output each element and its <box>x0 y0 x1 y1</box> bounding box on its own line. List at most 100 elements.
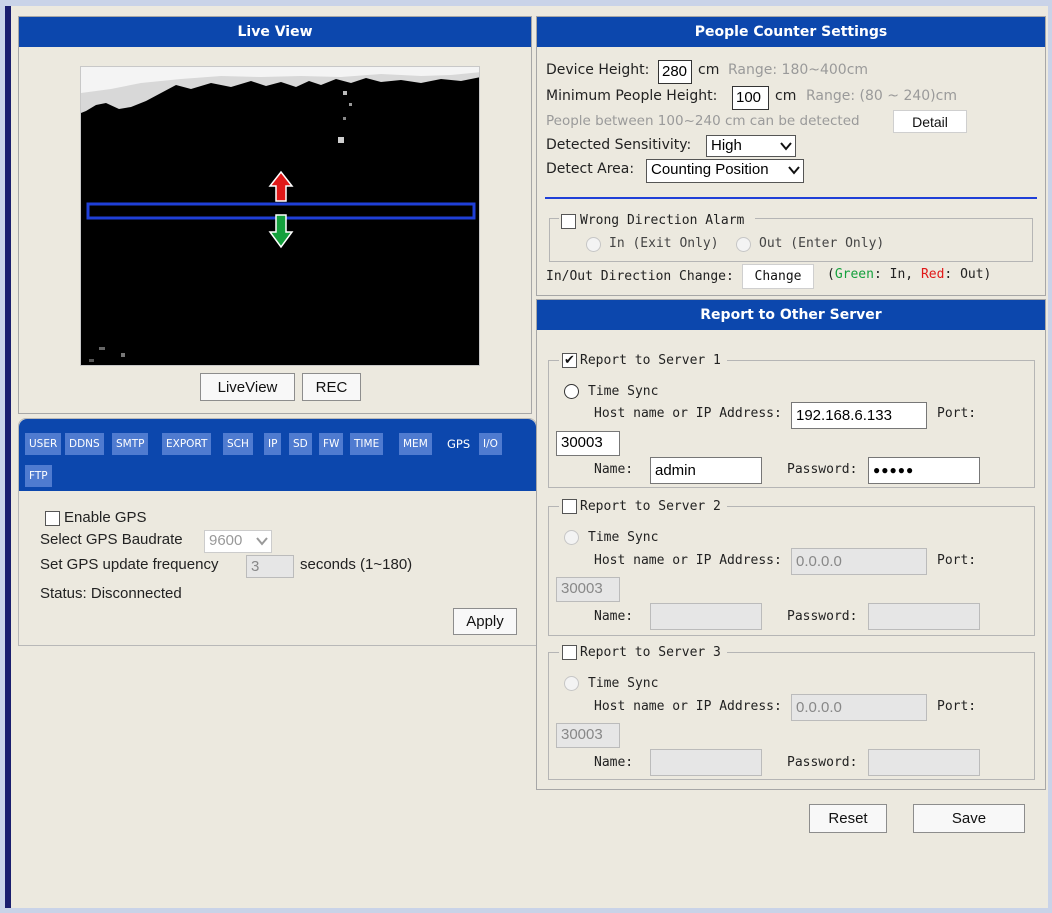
server-2-checkbox[interactable] <box>562 499 577 514</box>
legend-red: Red <box>920 267 945 282</box>
server-3-port-label: Port: <box>937 699 977 714</box>
server-2-host-label: Host name or IP Address: <box>594 553 782 568</box>
freq-input[interactable]: 3 <box>246 555 294 578</box>
tab-mem[interactable]: MEM <box>399 433 432 455</box>
detect-area-value: Counting Position <box>651 161 769 178</box>
rec-button[interactable]: REC <box>302 373 361 401</box>
server-1-host-label: Host name or IP Address: <box>594 406 782 421</box>
server-2-name-label: Name: <box>594 609 634 624</box>
sensitivity-select[interactable]: High <box>706 135 796 157</box>
server-3-port-input[interactable]: 30003 <box>556 723 620 748</box>
tab-smtp[interactable]: SMTP <box>112 433 149 455</box>
tab-io[interactable]: I/O <box>479 433 502 455</box>
server-3-password-label: Password: <box>787 755 858 770</box>
direction-legend: (Green: In, Red: Out) <box>827 267 991 282</box>
live-view-panel: Live View LiveView REC <box>18 16 532 414</box>
server-1-time-sync-radio[interactable] <box>564 384 579 399</box>
report-server-panel: Report to Other Server ✔ Report to Serve… <box>536 299 1046 790</box>
save-button[interactable]: Save <box>913 804 1025 833</box>
server-2-label: Report to Server 2 <box>580 499 721 514</box>
server-1-checkbox[interactable]: ✔ <box>562 353 577 368</box>
server-1-password-label: Password: <box>787 462 858 477</box>
enable-gps-checkbox[interactable] <box>45 511 60 526</box>
legend-open: ( <box>827 267 835 282</box>
legend-green: Green <box>834 267 874 282</box>
apply-button[interactable]: Apply <box>453 608 517 635</box>
server-2-time-sync-radio[interactable] <box>564 530 579 545</box>
device-height-input[interactable]: 280 <box>658 60 692 84</box>
server-1-host-input[interactable]: 192.168.6.133 <box>791 402 927 429</box>
sensitivity-label: Detected Sensitivity: <box>546 137 692 153</box>
server-3-time-sync-label: Time Sync <box>588 676 659 691</box>
server-1-password-input[interactable]: ●●●●● <box>868 457 980 484</box>
detect-range-note: People between 100~240 cm can be detecte… <box>546 113 860 129</box>
server-2-name-input[interactable] <box>650 603 762 630</box>
server-2-port-input[interactable]: 30003 <box>556 577 620 602</box>
server-1-name-input[interactable]: admin <box>650 457 762 484</box>
enable-gps-label: Enable GPS <box>64 509 147 526</box>
server-3-label: Report to Server 3 <box>580 645 721 660</box>
server-2-time-sync-label: Time Sync <box>588 530 659 545</box>
sensitivity-value: High <box>711 137 742 154</box>
liveview-button[interactable]: LiveView <box>200 373 295 401</box>
server-3-name-input[interactable] <box>650 749 762 776</box>
server-3-name-label: Name: <box>594 755 634 770</box>
settings-panel: USER DDNS SMTP EXPORT SCH IP SD FW TIME … <box>18 418 537 646</box>
chevron-down-icon <box>780 142 792 151</box>
wrong-direction-label: Wrong Direction Alarm <box>580 213 745 228</box>
reset-button[interactable]: Reset <box>809 804 887 833</box>
server-3-host-input[interactable]: 0.0.0.0 <box>791 694 927 721</box>
server-3-host-label: Host name or IP Address: <box>594 699 782 714</box>
depth-image <box>81 67 479 365</box>
min-height-range: Range: (80 ~ 240)cm <box>806 88 957 104</box>
tab-time[interactable]: TIME <box>350 433 384 455</box>
direction-change-label: In/Out Direction Change: <box>546 269 734 284</box>
min-height-unit: cm <box>775 88 797 104</box>
server-3-password-input[interactable] <box>868 749 980 776</box>
baudrate-label: Select GPS Baudrate <box>40 531 183 548</box>
server-3-checkbox[interactable] <box>562 645 577 660</box>
min-height-input[interactable]: 100 <box>732 86 769 110</box>
live-video-feed <box>80 66 480 366</box>
out-enter-only-radio[interactable] <box>736 237 751 252</box>
detail-button[interactable]: Detail <box>893 110 967 133</box>
server-2-port-label: Port: <box>937 553 977 568</box>
server-3-time-sync-radio[interactable] <box>564 676 579 691</box>
tab-user[interactable]: USER <box>25 433 62 455</box>
change-direction-button[interactable]: Change <box>742 264 814 289</box>
tab-fw[interactable]: FW <box>319 433 344 455</box>
settings-tab-bar: USER DDNS SMTP EXPORT SCH IP SD FW TIME … <box>19 419 536 491</box>
freq-unit: seconds (1~180) <box>300 556 413 573</box>
tab-ddns[interactable]: DDNS <box>65 433 104 455</box>
baudrate-value: 9600 <box>209 532 243 549</box>
tab-ftp[interactable]: FTP <box>25 465 52 487</box>
out-enter-only-label: Out (Enter Only) <box>759 236 885 251</box>
tab-ip[interactable]: IP <box>264 433 282 455</box>
page: Live View LiveView REC USER DDNS SMTP EX… <box>5 6 1048 908</box>
server-2-host-input[interactable]: 0.0.0.0 <box>791 548 927 575</box>
freq-label: Set GPS update frequency <box>40 556 219 573</box>
tab-gps[interactable]: GPS <box>443 433 474 455</box>
tab-sd[interactable]: SD <box>289 433 312 455</box>
detect-area-select[interactable]: Counting Position <box>646 159 804 183</box>
min-height-label: Minimum People Height: <box>546 88 718 104</box>
server-2-password-input[interactable] <box>868 603 980 630</box>
gps-status: Status: Disconnected <box>40 585 182 602</box>
tab-export[interactable]: EXPORT <box>162 433 212 455</box>
server-1-time-sync-label: Time Sync <box>588 384 659 399</box>
people-counter-title: People Counter Settings <box>537 17 1045 47</box>
server-1-label: Report to Server 1 <box>580 353 721 368</box>
wrong-direction-checkbox[interactable] <box>561 214 576 229</box>
server-1-port-input[interactable]: 30003 <box>556 431 620 456</box>
section-divider <box>545 197 1037 199</box>
baudrate-select[interactable]: 9600 <box>204 530 272 553</box>
tab-sch[interactable]: SCH <box>223 433 253 455</box>
chevron-down-icon <box>256 537 268 546</box>
legend-in: : In, <box>873 267 921 282</box>
in-exit-only-label: In (Exit Only) <box>609 236 719 251</box>
legend-out: : Out) <box>944 267 992 282</box>
server-1-port-label: Port: <box>937 406 977 421</box>
live-view-title: Live View <box>19 17 531 47</box>
server-1-name-label: Name: <box>594 462 634 477</box>
in-exit-only-radio[interactable] <box>586 237 601 252</box>
